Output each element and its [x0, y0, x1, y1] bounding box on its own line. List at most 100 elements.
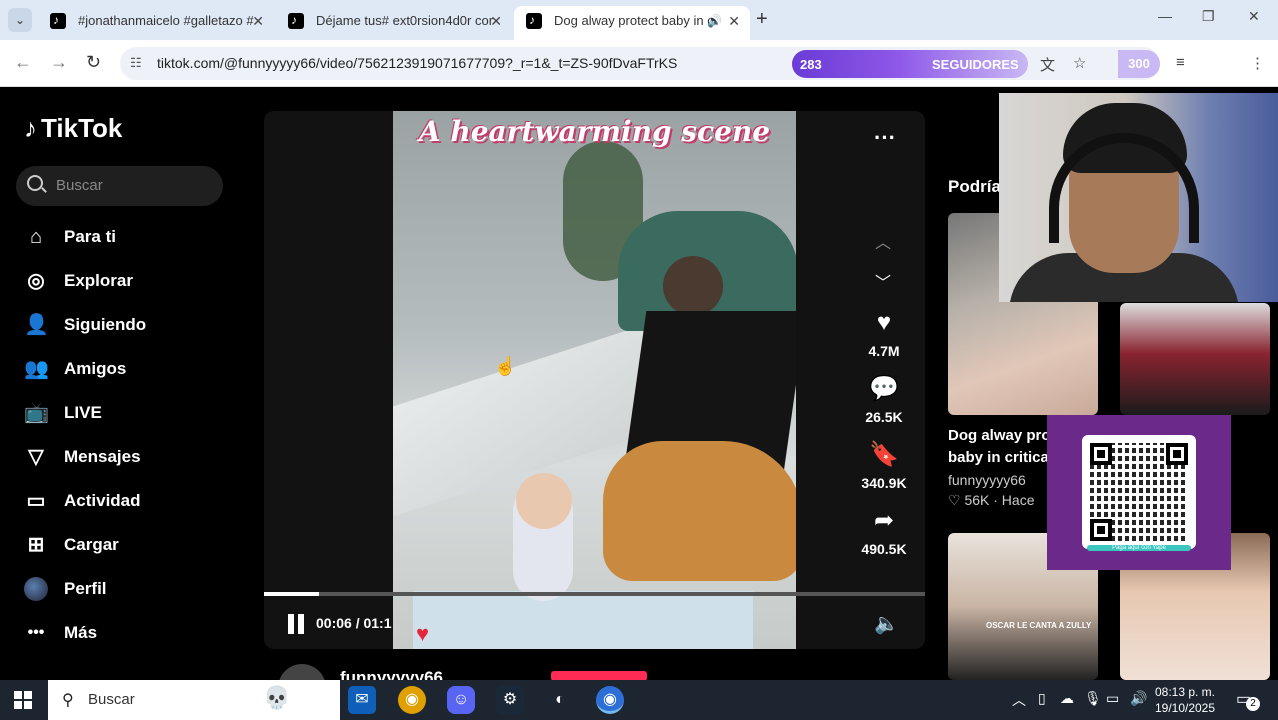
- suggested-video-thumb[interactable]: [1120, 303, 1270, 415]
- clock-date: 19/10/2025: [1154, 701, 1216, 715]
- video-frame[interactable]: A heartwarming scene: [393, 111, 796, 649]
- tab-title: Déjame tus# ext0rsion4d0r cor: [316, 13, 494, 28]
- chrome-icon[interactable]: ◉: [398, 686, 426, 714]
- chrome-active-icon[interactable]: ◉: [596, 686, 624, 714]
- next-video-icon[interactable]: ﹀: [875, 269, 891, 293]
- nav-amigos[interactable]: 👥 Amigos: [24, 355, 234, 385]
- friends-icon: 👥: [24, 358, 49, 380]
- tab-title: Dog alway protect baby in c: [554, 13, 714, 28]
- search-icon: [27, 175, 43, 191]
- forward-icon[interactable]: →: [50, 52, 68, 73]
- address-bar-row: ← → ↻ ☷ tiktok.com/@funnyyyyy66/video/75…: [0, 40, 1278, 113]
- menu-kebab-icon[interactable]: ⋮: [1250, 54, 1265, 72]
- tray-volume-icon[interactable]: 🔊: [1130, 690, 1147, 707]
- clock-time: 08:13 p. m.: [1154, 685, 1216, 699]
- url-text: tiktok.com/@funnyyyyy66/video/7562123919…: [157, 55, 678, 71]
- save-button[interactable]: 🔖 340.9K: [854, 441, 914, 491]
- bookmark-star-icon[interactable]: ☆: [1073, 54, 1086, 72]
- nav-mensajes[interactable]: ▽ Mensajes: [24, 443, 234, 473]
- reload-icon[interactable]: ↻: [86, 52, 101, 73]
- share-button[interactable]: ➦ 490.5K: [854, 507, 914, 557]
- minimize-icon[interactable]: —: [1158, 8, 1172, 24]
- search-icon: ⚲: [62, 692, 74, 709]
- site-info-icon[interactable]: ☷: [130, 55, 142, 71]
- nav-live[interactable]: 📺 LIVE: [24, 399, 234, 429]
- tab-title: #jonathanmaicelo #galletazo #: [78, 13, 254, 28]
- logo-text: TikTok: [41, 113, 123, 143]
- nav-siguiendo[interactable]: 👤 Siguiendo: [24, 311, 234, 341]
- steam-icon[interactable]: ⚙: [496, 686, 524, 714]
- nav-para-ti[interactable]: ⌂ Para ti: [24, 223, 234, 253]
- streamer-webcam: [999, 93, 1278, 302]
- pause-icon[interactable]: [288, 614, 306, 634]
- outlook-icon[interactable]: ✉: [348, 686, 376, 714]
- qr-finder: [1090, 443, 1112, 465]
- tab-search-dropdown[interactable]: ⌄: [8, 8, 32, 32]
- tiktok-favicon-icon: [50, 6, 66, 35]
- close-window-icon[interactable]: ✕: [1248, 8, 1260, 25]
- maximize-icon[interactable]: ❐: [1202, 8, 1215, 25]
- tiktok-sidebar: ♪ TikTok Buscar ⌂ Para ti ◎ Explorar 👤 Sigui…: [0, 87, 245, 680]
- home-icon: ⌂: [29, 226, 43, 248]
- video-timer: 00:06 / 01:1: [316, 615, 392, 631]
- search-placeholder: Buscar: [56, 177, 103, 194]
- tab-audio-icon[interactable]: 🔊: [707, 6, 722, 36]
- thumb-overlay-text: OSCAR LE CANTA A ZULLY: [986, 621, 1092, 630]
- tray-chevron-icon[interactable]: ︿: [1012, 690, 1026, 710]
- volume-icon[interactable]: 🔈: [874, 611, 899, 636]
- browser-tab-2[interactable]: Déjame tus# ext0rsion4d0r cor ✕: [276, 6, 512, 40]
- browser-tab-1[interactable]: #jonathanmaicelo #galletazo # ✕: [38, 6, 274, 40]
- following-icon: 👤: [24, 314, 49, 336]
- nav-explorar[interactable]: ◎ Explorar: [24, 267, 234, 297]
- suggested-video-author[interactable]: funnyyyyy66: [948, 472, 1026, 488]
- share-arrow-icon: ➦: [873, 507, 895, 534]
- nav-label: Mensajes: [64, 447, 141, 466]
- comment-button[interactable]: 💬 26.5K: [854, 375, 914, 425]
- new-tab-button[interactable]: +: [756, 6, 768, 32]
- tray-network-icon[interactable]: ▭: [1106, 690, 1119, 707]
- taskbar-search-input[interactable]: ⚲ Buscar 💀: [48, 680, 340, 720]
- translate-icon[interactable]: 文: [1040, 54, 1055, 75]
- qr-finder: [1090, 519, 1112, 541]
- close-tab-icon[interactable]: ✕: [490, 6, 502, 36]
- qr-card: [1082, 435, 1196, 549]
- tray-mic-icon[interactable]: 🎙: [1084, 690, 1102, 707]
- more-options-icon[interactable]: ···: [874, 125, 896, 151]
- mouse-cursor-icon: ☝: [494, 356, 517, 376]
- tiktok-logo[interactable]: ♪ TikTok: [24, 113, 122, 144]
- author-row: funnyyyyy66: [264, 660, 925, 712]
- suggested-video-title[interactable]: Dog alway pro baby in critica: [948, 425, 1058, 469]
- floating-heart-icon: ♥: [416, 621, 430, 646]
- notifications-icon[interactable]: ▭ 2: [1236, 689, 1260, 711]
- activity-icon: ▭: [26, 490, 46, 512]
- video-caption: A heartwarming scene: [418, 115, 771, 148]
- back-icon[interactable]: ←: [14, 52, 32, 73]
- tray-cloud-icon[interactable]: ☁: [1060, 690, 1074, 707]
- yape-qr-overlay: Paga aquí con Yape: [1047, 415, 1231, 570]
- close-tab-icon[interactable]: ✕: [728, 6, 740, 36]
- tiktok-favicon-icon: [288, 6, 304, 35]
- nav-actividad[interactable]: ▭ Actividad: [24, 487, 234, 517]
- taskbar-clock[interactable]: 08:13 p. m. 19/10/2025: [1152, 684, 1218, 716]
- obs-icon[interactable]: ◐: [546, 686, 574, 714]
- more-dots-icon: •••: [27, 624, 45, 641]
- browser-tab-3-active[interactable]: Dog alway protect baby in c 🔊 ✕: [514, 6, 750, 40]
- close-tab-icon[interactable]: ✕: [252, 6, 264, 36]
- windows-start-icon[interactable]: [14, 691, 32, 709]
- media-controls-icon[interactable]: ≡: [1176, 54, 1185, 71]
- profile-avatar-icon: [24, 577, 48, 601]
- tray-device-icon[interactable]: ▯: [1038, 690, 1046, 707]
- like-button[interactable]: ♥ 4.7M: [854, 309, 914, 359]
- nav-label: Perfil: [64, 579, 107, 598]
- qr-label: Paga aquí con Yape: [1087, 545, 1191, 551]
- video-player[interactable]: A heartwarming scene ··· ︿ ﹀ ♥ 4.7M 💬 26…: [264, 111, 925, 649]
- previous-video-icon[interactable]: ︿: [875, 229, 891, 253]
- video-mat: [413, 591, 753, 649]
- video-dog: [603, 441, 796, 581]
- discord-icon[interactable]: ☺: [447, 686, 475, 714]
- search-input[interactable]: Buscar: [16, 166, 223, 206]
- video-progress-bar[interactable]: [264, 592, 925, 596]
- nav-cargar[interactable]: ⊞ Cargar: [24, 531, 234, 561]
- nav-perfil[interactable]: Perfil: [24, 575, 234, 605]
- nav-mas[interactable]: ••• Más: [24, 619, 234, 649]
